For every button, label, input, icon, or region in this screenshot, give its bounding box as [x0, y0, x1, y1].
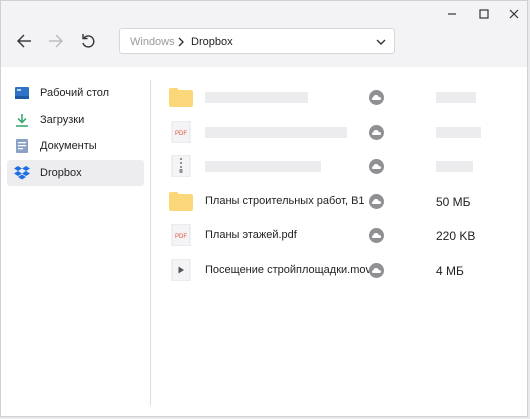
zip-icon: [169, 155, 193, 178]
cloud-icon: [369, 262, 384, 278]
cloud-icon: [369, 193, 384, 209]
folder-icon: [169, 190, 193, 212]
minimize-icon[interactable]: [444, 7, 460, 21]
pdf-icon: PDF: [169, 120, 193, 143]
folder-icon: [169, 86, 193, 108]
breadcrumb-current[interactable]: Dropbox: [191, 36, 233, 48]
cloud-icon: [369, 124, 384, 140]
desktop-icon: [14, 85, 30, 101]
list-item[interactable]: Планы строительных работ, В1 50 МБ: [151, 184, 529, 219]
list-item[interactable]: PDF: [151, 115, 529, 150]
sidebar-item-label: Загрузки: [40, 113, 85, 126]
sidebar-item-label: Рабочий стол: [40, 87, 110, 99]
sidebar-item-desktop[interactable]: Рабочий стол: [7, 80, 144, 106]
file-name: Планы строительных работ, В1: [205, 194, 365, 207]
size-placeholder: [436, 126, 481, 138]
sidebar-item-downloads[interactable]: Загрузки: [7, 107, 144, 133]
arrow-left-icon: [17, 34, 31, 48]
download-icon: [14, 112, 30, 128]
size-placeholder: [436, 92, 476, 103]
pdf-icon: PDF: [169, 224, 193, 247]
list-item[interactable]: Посещение стройплощадки.mov 4 МБ: [151, 253, 529, 288]
cloud-icon: [369, 159, 384, 175]
address-bar[interactable]: Windows Dropbox: [119, 28, 395, 54]
list-item[interactable]: [151, 80, 529, 115]
sidebar-item-documents[interactable]: Документы: [7, 133, 144, 159]
refresh-icon: [82, 34, 95, 48]
size-placeholder: [436, 161, 473, 173]
file-list: PDF Планы строительных работ, В1 50 МБ P…: [151, 80, 529, 288]
pdf-badge: PDF: [175, 131, 187, 137]
pdf-badge: PDF: [175, 234, 187, 240]
close-icon[interactable]: [506, 7, 522, 21]
cloud-icon: [369, 228, 384, 244]
maximize-icon[interactable]: [476, 7, 492, 21]
cloud-icon: [369, 90, 384, 105]
back-button[interactable]: [15, 32, 33, 50]
sidebar-item-dropbox[interactable]: Dropbox: [7, 159, 144, 186]
chevron-down-icon[interactable]: [376, 39, 386, 46]
chevron-right-icon: [178, 37, 184, 47]
sidebar-item-label: Dropbox: [40, 166, 82, 179]
window-header: Windows Dropbox: [1, 1, 527, 67]
list-item[interactable]: [151, 149, 529, 184]
name-placeholder: [205, 92, 308, 103]
refresh-button[interactable]: [79, 32, 97, 50]
breadcrumb-root[interactable]: Windows: [130, 36, 175, 48]
file-name: Посещение стройплощадки.mov: [205, 263, 371, 276]
arrow-right-icon: [49, 34, 63, 48]
name-placeholder: [205, 126, 347, 138]
sidebar-item-label: Документы: [40, 140, 97, 153]
file-name: Планы этажей.pdf: [205, 229, 297, 242]
file-size: 220 KB: [436, 229, 476, 244]
list-item[interactable]: PDF Планы этажей.pdf 220 KB: [151, 218, 529, 253]
document-icon: [14, 138, 30, 154]
name-placeholder: [205, 161, 321, 173]
video-icon: [169, 258, 193, 281]
file-size: 50 МБ: [436, 194, 471, 209]
file-explorer-window: Windows Dropbox Рабочий стол Загрузки До…: [0, 0, 528, 417]
sidebar: Рабочий стол Загрузки Документы Dropbox: [7, 80, 144, 186]
file-size: 4 МБ: [436, 263, 464, 278]
dropbox-icon: [14, 165, 30, 181]
forward-button[interactable]: [47, 32, 65, 50]
